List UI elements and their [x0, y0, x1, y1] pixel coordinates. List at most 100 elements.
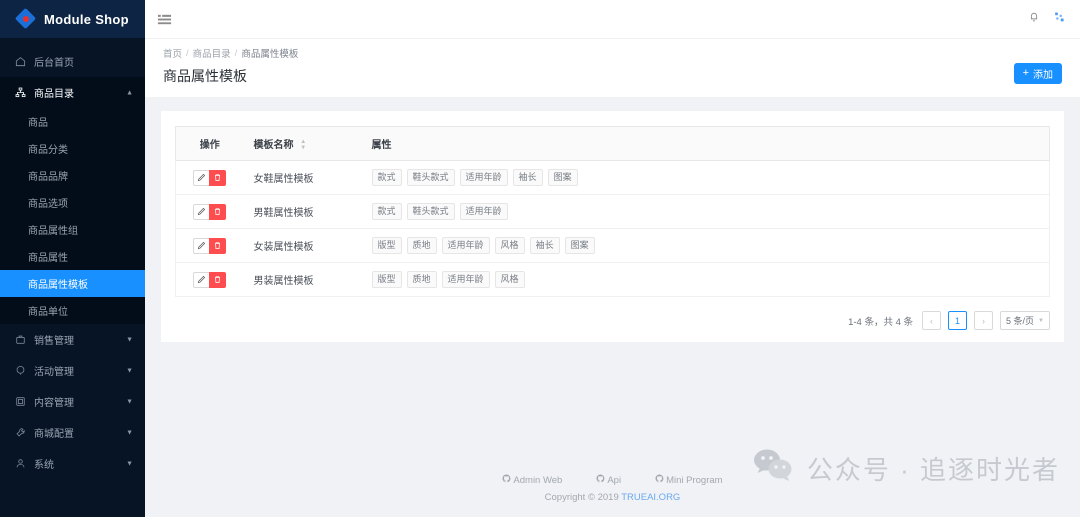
attribute-tag: 适用年龄	[441, 271, 490, 289]
sidebar-item-attribute-templates[interactable]: 商品属性模板	[0, 270, 145, 297]
sidebar-item-units[interactable]: 商品单位	[0, 297, 145, 324]
sidebar-item-shop-config[interactable]: 商城配置 ▼	[0, 417, 145, 448]
trash-icon[interactable]	[209, 203, 227, 220]
attribute-tag: 鞋头款式	[406, 203, 455, 221]
column-header-name[interactable]: 模板名称 ▲ ▼	[243, 125, 362, 162]
chevron-down-icon: ▼	[126, 398, 133, 405]
attribute-tag: 质地	[406, 237, 437, 255]
tag-list: 款式 鞋头款式 适用年龄 袖长 图案	[371, 169, 1040, 187]
chevron-down-icon: ▼	[126, 460, 133, 467]
sidebar-item-label: 商城配置	[34, 429, 74, 440]
sidebar-item-label: 活动管理	[34, 367, 74, 378]
sidebar-subitem-label: 商品属性	[28, 253, 68, 264]
sidebar-subitem-label: 商品单位	[28, 307, 68, 318]
footer-link-mini-program[interactable]: Mini Program	[655, 474, 723, 486]
attribute-tag: 适用年龄	[441, 237, 490, 255]
attribute-tag: 图案	[547, 169, 578, 187]
footer-link-label: Mini Program	[666, 474, 723, 486]
add-button[interactable]: + 添加	[1013, 63, 1062, 84]
menu-fold-icon[interactable]	[157, 12, 172, 27]
window-icon	[14, 396, 27, 407]
attribute-tag: 质地	[406, 271, 437, 289]
pagination-prev-button[interactable]: ‹	[922, 311, 942, 331]
home-icon	[14, 56, 27, 67]
table-header: 操作 模板名称 ▲ ▼ 属性	[175, 125, 1050, 162]
table-row: 女装属性模板 版型 质地 适用年龄 风格 袖长 图案	[175, 228, 1050, 264]
sidebar-subitem-label: 商品属性模板	[28, 280, 88, 291]
row-actions-cell	[175, 194, 244, 230]
row-action-group	[193, 203, 227, 220]
chevron-down-icon: ▼	[1038, 317, 1044, 324]
attribute-tag: 款式	[371, 203, 402, 221]
sidebar-item-system[interactable]: 系统 ▼	[0, 448, 145, 479]
pencil-icon[interactable]	[193, 271, 211, 288]
page-title: 商品属性模板	[163, 68, 247, 84]
chevron-down-icon: ▼	[126, 429, 133, 436]
sidebar-item-products[interactable]: 商品	[0, 108, 145, 135]
attribute-tag: 适用年龄	[459, 169, 508, 187]
attribute-tag: 袖长	[529, 237, 560, 255]
pagination-next-button[interactable]: ›	[974, 311, 994, 331]
sidebar-menu: 后台首页 商品目录 ▲ 商品 商品分类 商品品牌 商品选项 商品属性组 商品属性	[0, 38, 145, 479]
sidebar-item-campaigns[interactable]: 活动管理 ▼	[0, 355, 145, 386]
footer: Admin Web Api Mini Program Copyright © 2…	[145, 474, 1080, 517]
sidebar-item-dashboard[interactable]: 后台首页	[0, 46, 145, 77]
sidebar-item-categories[interactable]: 商品分类	[0, 135, 145, 162]
chevron-down-icon: ▼	[126, 367, 133, 374]
column-header-actions: 操作	[175, 125, 244, 162]
topbar	[145, 0, 1080, 38]
chevron-right-icon: ›	[982, 315, 986, 326]
bell-icon[interactable]	[1028, 10, 1040, 28]
attribute-tag: 风格	[494, 237, 525, 255]
sidebar-item-label: 商品目录	[34, 89, 74, 100]
sidebar-item-content[interactable]: 内容管理 ▼	[0, 386, 145, 417]
breadcrumb-item-catalog[interactable]: 商品目录	[193, 46, 231, 60]
sidebar-item-sales[interactable]: 销售管理 ▼	[0, 324, 145, 355]
pagination-total: 1-4 条，共 4 条	[848, 316, 914, 328]
plus-icon: +	[1022, 67, 1029, 79]
breadcrumb-item-home[interactable]: 首页	[163, 46, 182, 60]
footer-link-admin-web[interactable]: Admin Web	[502, 474, 562, 486]
wrench-icon	[14, 427, 27, 438]
tag-list: 款式 鞋头款式 适用年龄	[371, 203, 1040, 221]
brand-name: Module Shop	[44, 11, 129, 27]
attribute-tag: 鞋头款式	[406, 169, 455, 187]
pencil-icon[interactable]	[193, 237, 211, 254]
row-action-group	[193, 271, 227, 288]
content-area: 操作 模板名称 ▲ ▼ 属性 女鞋属性模板 款式 鞋头款式 适用年龄 袖长 图案…	[145, 97, 1080, 474]
pagination-page-1[interactable]: 1	[948, 311, 968, 331]
breadcrumb-separator: /	[186, 47, 189, 59]
sidebar-item-label: 内容管理	[34, 398, 74, 409]
pencil-icon[interactable]	[193, 169, 211, 186]
row-name-cell: 男装属性模板	[243, 262, 362, 298]
table-card: 操作 模板名称 ▲ ▼ 属性 女鞋属性模板 款式 鞋头款式 适用年龄 袖长 图案…	[161, 111, 1064, 343]
attribute-template-table: 操作 模板名称 ▲ ▼ 属性 女鞋属性模板 款式 鞋头款式 适用年龄 袖长 图案…	[175, 125, 1050, 298]
attribute-tag: 风格	[494, 271, 525, 289]
sidebar-item-brands[interactable]: 商品品牌	[0, 162, 145, 189]
attribute-tag: 版型	[371, 237, 402, 255]
attribute-tag: 袖长	[512, 169, 543, 187]
pencil-icon[interactable]	[193, 203, 211, 220]
attribute-tag: 款式	[371, 169, 402, 187]
footer-link-api[interactable]: Api	[596, 474, 621, 486]
row-action-group	[193, 237, 227, 254]
breadcrumb-item-current: 商品属性模板	[241, 49, 299, 60]
sparkle-icon[interactable]	[1054, 10, 1066, 28]
table-body: 女鞋属性模板 款式 鞋头款式 适用年龄 袖长 图案 男鞋属性模板 款式 鞋头款式…	[175, 160, 1050, 298]
row-action-group	[193, 169, 227, 186]
copyright-brand-link[interactable]: TRUEAI.ORG	[621, 492, 680, 503]
trash-icon[interactable]	[209, 237, 227, 254]
page-size-select[interactable]: 5 条/页 ▼	[1000, 311, 1050, 331]
sidebar-logo[interactable]: Module Shop	[0, 0, 145, 38]
caret-updown-icon[interactable]: ▲ ▼	[300, 139, 306, 151]
sidebar-item-attributes[interactable]: 商品属性	[0, 243, 145, 270]
sidebar-item-attribute-groups[interactable]: 商品属性组	[0, 216, 145, 243]
sidebar-item-options[interactable]: 商品选项	[0, 189, 145, 216]
trash-icon[interactable]	[209, 169, 227, 186]
topbar-actions	[1028, 10, 1066, 28]
trash-icon[interactable]	[209, 271, 227, 288]
sidebar-item-catalog[interactable]: 商品目录 ▲	[0, 77, 145, 108]
sidebar-item-label: 后台首页	[34, 58, 74, 69]
breadcrumb-separator: /	[234, 47, 238, 59]
briefcase-icon	[14, 334, 27, 345]
